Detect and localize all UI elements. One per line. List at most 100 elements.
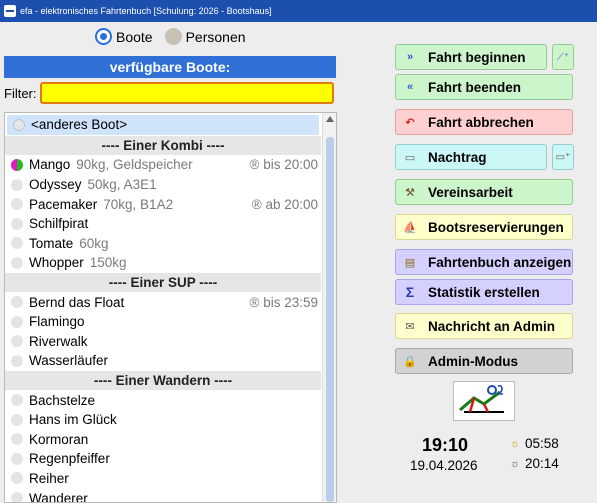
item-name: Schilfpirat <box>29 216 89 232</box>
start-trip-label: Fahrt beginnen <box>428 49 526 65</box>
sunset-time: 20:14 <box>525 456 559 471</box>
filter-row: Filter: <box>4 82 334 104</box>
notebook-icon: ▭ <box>404 151 416 164</box>
list-item[interactable]: Tomate 60kg <box>5 234 321 254</box>
item-name: Flamingo <box>29 314 85 330</box>
cancel-trip-label: Fahrt abbrechen <box>428 114 534 130</box>
late-entry-label: Nachtrag <box>428 149 487 165</box>
sunset: ☼ 20:14 <box>509 456 559 471</box>
start-trip-extra-button[interactable]: ⟋⁺ <box>552 44 574 70</box>
hammer-icon: ⚒ <box>405 186 415 199</box>
scroll-thumb[interactable] <box>326 137 334 502</box>
mode-toggle: Boote Personen <box>95 28 258 45</box>
scroll-up-arrow-icon[interactable] <box>326 116 334 122</box>
status-dot-icon <box>11 354 23 367</box>
list-item-selected[interactable]: <anderes Boot> <box>7 115 319 135</box>
boat-list[interactable]: <anderes Boot> ---- Einer Kombi ---- Mang… <box>4 112 337 503</box>
statistics-label: Statistik erstellen <box>428 284 540 300</box>
mail-icon: ✉ <box>405 320 415 333</box>
list-scrollbar[interactable] <box>322 113 336 502</box>
status-dot-icon <box>13 118 25 131</box>
list-item[interactable]: Whopper 150kg <box>5 253 321 273</box>
radio-boats[interactable]: Boote <box>95 28 153 45</box>
status-dot-icon <box>11 492 23 502</box>
double-chevron-left-icon: « <box>406 81 414 93</box>
item-info: 60kg <box>79 235 109 251</box>
list-item[interactable]: Riverwalk <box>5 332 321 352</box>
radio-persons-label: Personen <box>185 28 246 45</box>
efa-app-icon <box>4 5 16 17</box>
list-item[interactable]: Flamingo <box>5 312 321 332</box>
list-item[interactable]: Bernd das Float ® bis 23:59 <box>5 292 321 312</box>
status-dot-icon <box>11 413 23 426</box>
item-name: Wanderer <box>29 490 88 503</box>
status-dot-icon <box>11 237 23 250</box>
filter-label: Filter: <box>4 85 37 101</box>
item-info: 50kg, A3E1 <box>87 177 157 193</box>
item-name: Kormoran <box>29 431 89 447</box>
current-date: 19.04.2026 <box>410 458 478 473</box>
list-group-header: ---- Einer Wandern ---- <box>5 370 321 391</box>
window-title-bar: efa - elektronisches Fahrtenbuch [Schulu… <box>0 0 597 22</box>
item-reservation: ® ab 20:00 <box>251 196 318 212</box>
list-item[interactable]: Reiher <box>5 469 321 489</box>
boat-icon: ⛵ <box>403 221 417 234</box>
list-group-header: ---- Einer Kombi ---- <box>5 135 321 156</box>
list-item[interactable]: Bachstelze <box>5 390 321 410</box>
radio-selected-icon <box>95 28 112 45</box>
end-trip-label: Fahrt beenden <box>428 79 522 95</box>
window-title: efa - elektronisches Fahrtenbuch [Schulu… <box>20 6 272 16</box>
boat-list-items: <anderes Boot> ---- Einer Kombi ---- Mang… <box>5 113 321 503</box>
list-item[interactable]: Schilfpirat <box>5 214 321 234</box>
list-item[interactable]: Wasserläufer <box>5 351 321 371</box>
club-work-button[interactable]: ⚒ Vereinsarbeit <box>395 179 573 205</box>
list-item[interactable]: Mango 90kg, Geldspeicher ® bis 20:00 <box>5 155 321 175</box>
message-admin-button[interactable]: ✉ Nachricht an Admin <box>395 313 573 339</box>
list-item[interactable]: Hans im Glück <box>5 410 321 430</box>
undo-arrow-icon: ↶ <box>405 116 415 129</box>
reservations-button[interactable]: ⛵ Bootsreservierungen <box>395 214 573 240</box>
status-dot-icon <box>11 394 23 407</box>
item-name: Hans im Glück <box>29 412 117 428</box>
list-item[interactable]: Pacemaker 70kg, B1A2 ® ab 20:00 <box>5 194 321 214</box>
notebook-plus-icon: ▭⁺ <box>555 151 571 163</box>
admin-mode-button[interactable]: 🔒 Admin-Modus <box>395 348 573 374</box>
radio-persons[interactable]: Personen <box>164 28 246 45</box>
double-chevron-right-icon: » <box>406 51 414 63</box>
late-entry-button[interactable]: ▭ Nachtrag <box>395 144 547 170</box>
list-item[interactable]: Odyssey 50kg, A3E1 <box>5 175 321 195</box>
list-header: verfügbare Boote: <box>4 56 336 78</box>
status-dot-icon <box>11 256 23 269</box>
sunrise: ☼ 05:58 <box>509 436 559 451</box>
item-info: 150kg <box>89 255 127 271</box>
item-name: Reiher <box>29 470 69 486</box>
item-info: 70kg, B1A2 <box>103 196 174 212</box>
show-logbook-label: Fahrtenbuch anzeigen <box>428 254 572 270</box>
list-item[interactable]: Kormoran <box>5 430 321 450</box>
radio-boats-label: Boote <box>116 28 153 45</box>
item-reservation: ® bis 20:00 <box>249 157 319 173</box>
item-name: <anderes Boot> <box>31 117 128 133</box>
show-logbook-button[interactable]: ▤ Fahrtenbuch anzeigen <box>395 249 573 275</box>
cancel-trip-button[interactable]: ↶ Fahrt abbrechen <box>395 109 573 135</box>
end-trip-button[interactable]: « Fahrt beenden <box>395 74 573 100</box>
sunrise-icon: ☼ <box>509 437 521 450</box>
item-name: Regenpfeiffer <box>29 451 110 467</box>
status-dot-icon <box>11 452 23 465</box>
statistics-button[interactable]: Σ Statistik erstellen <box>395 279 573 305</box>
radio-unselected-icon <box>164 28 182 45</box>
filter-input[interactable] <box>39 82 334 104</box>
list-item[interactable]: Wanderer <box>5 488 321 503</box>
status-dot-icon <box>11 178 23 191</box>
item-reservation: ® bis 23:59 <box>249 294 319 310</box>
start-trip-button[interactable]: » Fahrt beginnen <box>395 44 547 70</box>
late-entry-extra-button[interactable]: ▭⁺ <box>552 144 574 170</box>
list-item[interactable]: Regenpfeiffer <box>5 449 321 469</box>
status-dot-icon <box>11 296 23 309</box>
item-name: Tomate <box>29 235 74 251</box>
logbook-icon: ▤ <box>404 256 416 269</box>
status-dot-icon <box>11 335 23 348</box>
padlock-icon: 🔒 <box>403 355 417 368</box>
item-name: Riverwalk <box>29 333 88 349</box>
item-name: Odyssey <box>29 177 82 193</box>
